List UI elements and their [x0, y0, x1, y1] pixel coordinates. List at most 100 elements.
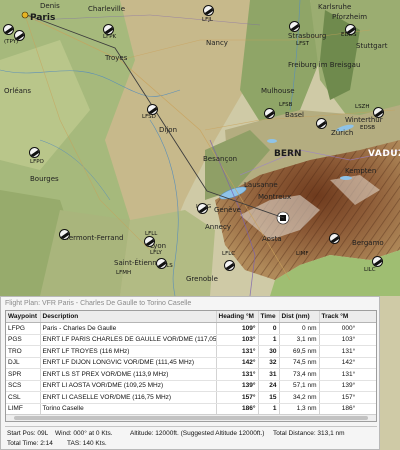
map-label-lfsd: LFSD — [142, 114, 156, 120]
table-row[interactable]: SCS ENRT LI AOSTA VOR/DME (109,25 MHz) 1… — [6, 380, 376, 392]
cell-dist: 73,4 nm — [279, 368, 320, 381]
airport-icon[interactable] — [3, 24, 14, 35]
map-label-lfpk: LFPK — [103, 34, 117, 40]
airport-icon[interactable] — [156, 258, 167, 269]
cell-track: 131° — [319, 345, 376, 358]
flight-plan-grid[interactable]: Waypoint Description Heading °M Time Dis… — [5, 310, 377, 422]
table-row[interactable]: SPR ENRT LS ST PREX VOR/DME (113,9 MHz) … — [6, 368, 376, 381]
map-label-stuttgart: Stuttgart — [356, 42, 388, 50]
cell-waypoint: LIMF — [6, 403, 41, 415]
column-header-track[interactable]: Track °M — [319, 311, 376, 323]
airport-icon[interactable] — [144, 236, 155, 247]
airport-icon[interactable] — [59, 229, 70, 240]
map-label-denis: Denis — [40, 2, 60, 10]
table-row[interactable]: LFPG Paris - Charles De Gaulle 109° 0 0 … — [6, 322, 376, 335]
map-label-lfly: LFLY — [150, 250, 162, 256]
cell-waypoint: DJL — [6, 357, 41, 369]
map-label-geneve: Genève — [214, 206, 241, 214]
cell-time: 32 — [258, 357, 280, 369]
cell-time: 31 — [258, 368, 280, 381]
cell-heading: 109° — [216, 322, 259, 335]
airport-icon[interactable] — [224, 260, 235, 271]
cell-track: 000° — [319, 322, 376, 335]
cell-track: 103° — [319, 334, 376, 346]
map-label-zurich: Zürich — [331, 129, 354, 137]
map-label-edsb: EDSB — [360, 125, 375, 131]
airport-icon[interactable] — [197, 203, 208, 214]
map-label-lflc: LFLC — [222, 251, 236, 257]
cell-track: 157° — [319, 391, 376, 404]
airport-icon[interactable] — [373, 107, 384, 118]
map-label-pforzheim: Pforzheim — [332, 13, 368, 21]
cell-waypoint: TRO — [6, 345, 41, 358]
cell-dist: 69,5 nm — [279, 345, 320, 358]
cell-dist: 57,1 nm — [279, 380, 320, 392]
airport-icon[interactable] — [264, 108, 275, 119]
column-header-waypoint[interactable]: Waypoint — [6, 311, 41, 323]
cell-time: 24 — [258, 380, 280, 392]
cell-time: 1 — [258, 403, 280, 415]
cell-dist: 3,1 nm — [279, 334, 320, 346]
cell-description: ENRT LF TROYES (116 MHz) — [40, 345, 217, 358]
table-row[interactable]: TRO ENRT LF TROYES (116 MHz) 131° 30 69,… — [6, 345, 376, 358]
map-label-besancon: Besançon — [203, 155, 238, 163]
airport-icon[interactable] — [345, 24, 356, 35]
cell-dist: 74,5 nm — [279, 357, 320, 369]
map-label-freiburg: Freiburg im Breisgau — [288, 61, 361, 69]
cell-time: 30 — [258, 345, 280, 358]
table-row[interactable]: CSL ENRT LI CASELLE VOR/DME (116,75 MHz)… — [6, 391, 376, 404]
map-label-karlsruhe: Karlsruhe — [318, 3, 352, 11]
column-header-time[interactable]: Time — [258, 311, 280, 323]
cell-description: ENRT LF PARIS CHARLES DE GAULLE VOR/DME … — [40, 334, 217, 346]
cell-time: 1 — [258, 334, 280, 346]
column-header-heading[interactable]: Heading °M — [216, 311, 259, 323]
map-label-winterthur: Winterthur — [345, 116, 383, 124]
cell-description: ENRT LS ST PREX VOR/DME (113,9 MHz) — [40, 368, 217, 381]
cell-heading: 103° — [216, 334, 259, 346]
cell-waypoint: CSL — [6, 391, 41, 404]
airport-icon[interactable] — [14, 30, 25, 41]
horizontal-scrollbar[interactable] — [6, 414, 376, 421]
cell-waypoint: SPR — [6, 368, 41, 381]
cell-heading: 131° — [216, 368, 259, 381]
map-label-lfjl: LFJL — [202, 17, 213, 23]
airport-icon[interactable] — [329, 233, 340, 244]
column-header-description[interactable]: Description — [40, 311, 217, 323]
airport-icon[interactable] — [289, 21, 300, 32]
map-label-paris: Paris — [30, 13, 56, 23]
airport-icon[interactable] — [372, 256, 383, 267]
map-label-aosta: Aosta — [262, 235, 282, 243]
flight-plan-title: Flight Plan: VFR Paris - Charles De Gaul… — [5, 300, 192, 307]
cell-track: 186° — [319, 403, 376, 415]
map-label-bourges: Bourges — [30, 175, 59, 183]
cell-track: 139° — [319, 380, 376, 392]
scrollbar-thumb[interactable] — [14, 416, 368, 420]
cell-heading: 142° — [216, 357, 259, 369]
cell-description: ENRT LF DIJON LONGVIC VOR/DME (111,45 MH… — [40, 357, 217, 369]
column-header-dist[interactable]: Dist (nm) — [279, 311, 320, 323]
table-row[interactable]: PGS ENRT LF PARIS CHARLES DE GAULLE VOR/… — [6, 334, 376, 346]
cell-dist: 1,3 nm — [279, 403, 320, 415]
airport-icon[interactable] — [316, 118, 327, 129]
cell-track: 142° — [319, 357, 376, 369]
map-label-bern: BERN — [274, 149, 302, 159]
map-label-nancy: Nancy — [206, 39, 228, 47]
map-label-tpy: (TPY) — [4, 39, 19, 45]
flight-plan-table: Waypoint Description Heading °M Time Dis… — [6, 311, 376, 415]
cell-time: 15 — [258, 391, 280, 404]
map-label-grenoble: Grenoble — [186, 275, 218, 283]
airport-icon[interactable] — [147, 104, 158, 115]
map-label-saint-etienne: Saint-Étienne — [114, 259, 161, 267]
airport-icon[interactable] — [103, 24, 114, 35]
cell-waypoint: LFPG — [6, 322, 41, 335]
cell-heading: 157° — [216, 391, 259, 404]
cell-description: Torino Caselle — [40, 403, 217, 415]
flight-plan-panel: Flight Plan: VFR Paris - Charles De Gaul… — [0, 296, 380, 450]
airport-icon[interactable] — [29, 147, 40, 158]
table-row[interactable]: DJL ENRT LF DIJON LONGVIC VOR/DME (111,4… — [6, 357, 376, 369]
cell-time: 0 — [258, 322, 280, 335]
table-row[interactable]: LIMF Torino Caselle 186° 1 1,3 nm 186° — [6, 403, 376, 415]
airport-icon[interactable] — [203, 5, 214, 16]
cell-heading: 186° — [216, 403, 259, 415]
map-label-lszh: LSZH — [355, 104, 370, 110]
